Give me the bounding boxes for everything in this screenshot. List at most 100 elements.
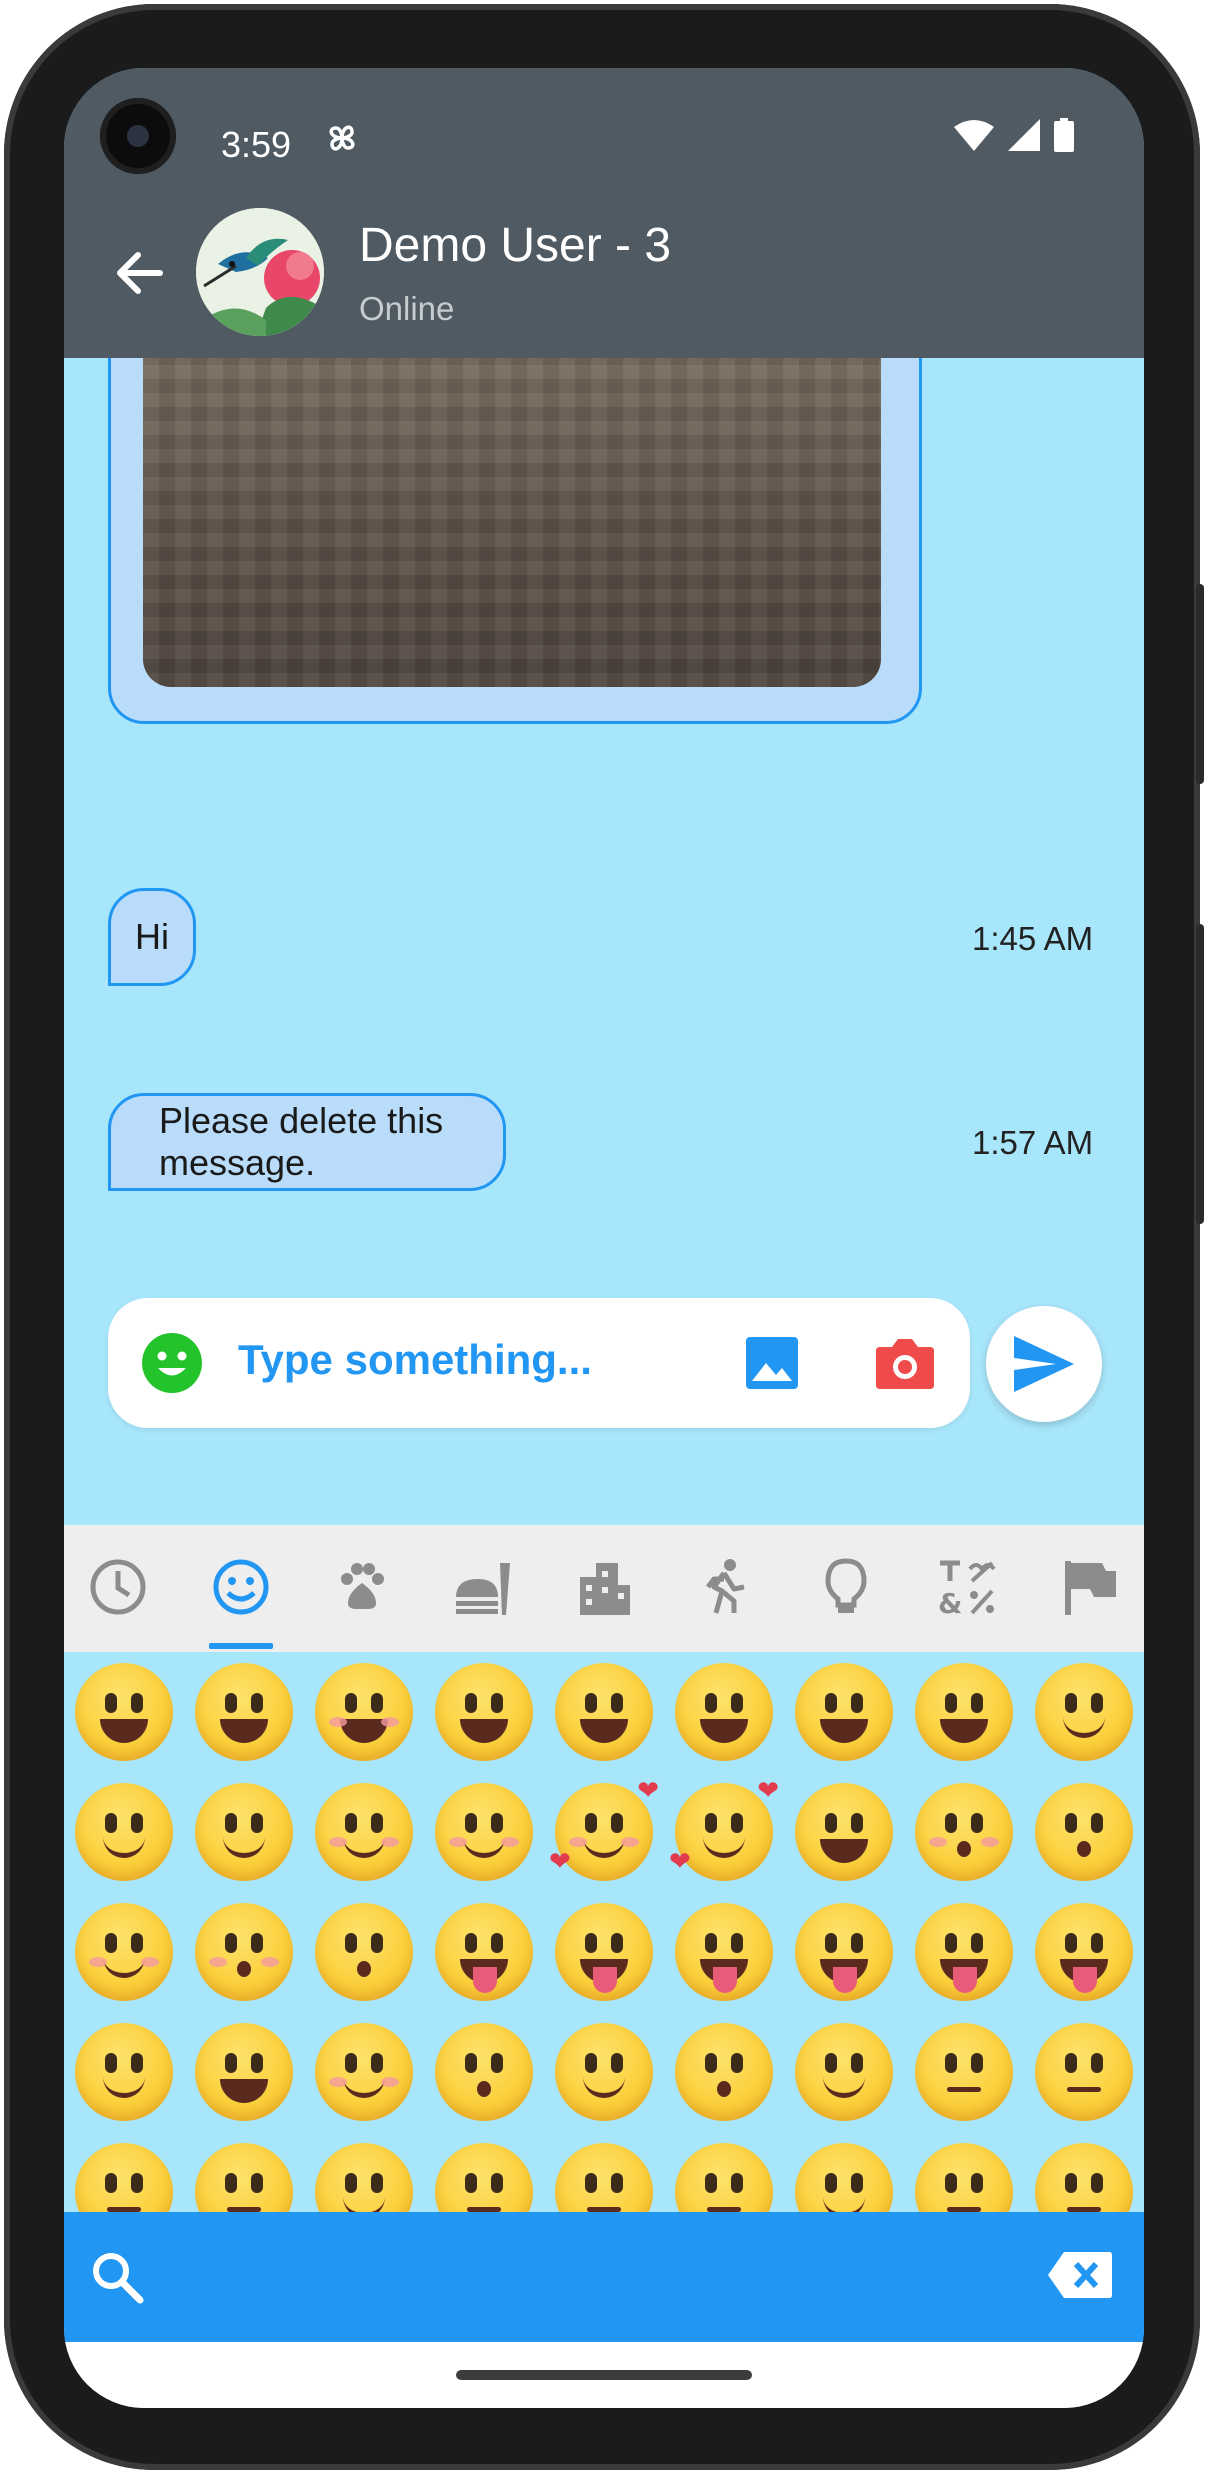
emoji-face-icon <box>195 1663 293 1761</box>
emoji-button[interactable] <box>904 2132 1024 2212</box>
emoji-button[interactable] <box>544 2012 664 2132</box>
emoji-button[interactable] <box>784 1772 904 1892</box>
emoji-face-icon <box>555 1663 653 1761</box>
emoji-face-icon <box>795 1783 893 1881</box>
emoji-button[interactable] <box>544 1892 664 2012</box>
emoji-button[interactable] <box>904 1772 1024 1892</box>
emoji-button[interactable] <box>304 1772 424 1892</box>
battery-icon <box>1054 118 1074 152</box>
emoji-icon[interactable] <box>142 1333 202 1393</box>
emoji-button[interactable] <box>904 2012 1024 2132</box>
home-indicator[interactable] <box>456 2370 752 2380</box>
emoji-button[interactable] <box>64 1772 184 1892</box>
emoji-button[interactable] <box>424 1772 544 1892</box>
emoji-button[interactable] <box>1024 1652 1144 1772</box>
camera-icon[interactable] <box>874 1335 936 1391</box>
emoji-button[interactable] <box>784 1652 904 1772</box>
emoji-button[interactable] <box>904 1652 1024 1772</box>
emoji-button[interactable] <box>424 2132 544 2212</box>
screen: 3:59 Demo User - 3 Online Hi 1:45 AM Ple… <box>64 68 1144 2408</box>
emoji-button[interactable] <box>304 2012 424 2132</box>
emoji-face-icon <box>435 1663 533 1761</box>
emoji-face-icon <box>675 1903 773 2001</box>
emoji-face-icon <box>1035 2143 1133 2212</box>
emoji-button[interactable] <box>664 2132 784 2212</box>
emoji-button[interactable] <box>544 1652 664 1772</box>
message-time: 1:45 AM <box>972 920 1094 957</box>
image-message-bubble[interactable] <box>108 358 922 724</box>
emoji-face-icon <box>795 2143 893 2212</box>
backspace-icon[interactable] <box>1046 2250 1114 2300</box>
emoji-button[interactable] <box>904 1892 1024 2012</box>
emoji-button[interactable] <box>184 1652 304 1772</box>
emoji-button[interactable] <box>64 2012 184 2132</box>
back-arrow-icon[interactable] <box>104 238 174 308</box>
emoji-button[interactable] <box>304 1652 424 1772</box>
objects-icon[interactable] <box>816 1557 876 1617</box>
emoji-button[interactable] <box>544 2132 664 2212</box>
status-icons <box>954 118 1074 152</box>
emoji-button[interactable]: ❤ ❤ <box>544 1772 664 1892</box>
emoji-button[interactable] <box>64 1892 184 2012</box>
message-photo[interactable] <box>143 358 881 687</box>
emoji-face-icon <box>75 1663 173 1761</box>
emoji-button[interactable] <box>64 1652 184 1772</box>
emoji-button[interactable] <box>64 2132 184 2212</box>
emoji-button[interactable] <box>664 1892 784 2012</box>
message-input[interactable]: Type something... <box>108 1298 970 1428</box>
emoji-face-icon <box>555 2143 653 2212</box>
emoji-button[interactable] <box>184 2012 304 2132</box>
emoji-face-icon <box>675 1663 773 1761</box>
animals-icon[interactable] <box>332 1557 392 1617</box>
search-icon[interactable] <box>90 2250 144 2304</box>
emoji-face-icon <box>555 2023 653 2121</box>
emoji-button[interactable] <box>784 2132 904 2212</box>
food-icon[interactable] <box>452 1557 512 1617</box>
symbols-icon[interactable]: & <box>936 1557 996 1617</box>
emoji-button[interactable] <box>784 2012 904 2132</box>
emoji-face-icon <box>1035 1903 1133 2001</box>
emoji-button[interactable] <box>184 1892 304 2012</box>
front-camera <box>100 98 176 174</box>
message-input-placeholder[interactable]: Type something... <box>238 1336 592 1384</box>
emoji-button[interactable] <box>1024 1772 1144 1892</box>
emoji-category-bar: & <box>64 1525 1144 1652</box>
emoji-button[interactable] <box>304 1892 424 2012</box>
emoji-button[interactable] <box>664 1652 784 1772</box>
emoji-button[interactable] <box>304 2132 424 2212</box>
emoji-search-bar[interactable] <box>64 2212 1144 2342</box>
emoji-button[interactable] <box>184 1772 304 1892</box>
status-time: 3:59 <box>221 124 292 165</box>
emoji-face-icon <box>795 2023 893 2121</box>
emoji-button[interactable] <box>184 2132 304 2212</box>
flags-icon[interactable] <box>1058 1557 1118 1617</box>
emoji-button[interactable] <box>1024 2132 1144 2212</box>
emoji-button[interactable]: ❤ ❤ <box>664 1772 784 1892</box>
recent-icon[interactable] <box>88 1557 148 1617</box>
emoji-button[interactable] <box>424 1892 544 2012</box>
emoji-face-icon <box>915 2023 1013 2121</box>
signal-icon <box>1008 119 1040 151</box>
message-bubble[interactable]: Hi <box>108 888 196 986</box>
emoji-face-icon <box>795 1663 893 1761</box>
emoji-button[interactable] <box>784 1892 904 2012</box>
gallery-icon[interactable] <box>744 1335 800 1391</box>
contact-name: Demo User - 3 <box>359 219 672 272</box>
emoji-button[interactable] <box>664 2012 784 2132</box>
avatar[interactable] <box>196 208 324 336</box>
emoji-button[interactable] <box>1024 1892 1144 2012</box>
message-time: 1:57 AM <box>972 1124 1094 1161</box>
emoji-face-icon <box>915 2143 1013 2212</box>
travel-icon[interactable] <box>574 1557 634 1617</box>
send-button[interactable] <box>986 1306 1102 1422</box>
smileys-icon[interactable] <box>211 1557 271 1617</box>
emoji-button[interactable] <box>1024 2012 1144 2132</box>
emoji-face-icon <box>195 1783 293 1881</box>
emoji-face-icon <box>75 2023 173 2121</box>
hummingbird-avatar-image <box>196 208 324 336</box>
emoji-button[interactable] <box>424 2012 544 2132</box>
emoji-face-icon <box>435 2023 533 2121</box>
message-bubble[interactable]: Please delete this message. <box>108 1093 506 1191</box>
activity-icon[interactable] <box>694 1557 754 1617</box>
emoji-button[interactable] <box>424 1652 544 1772</box>
